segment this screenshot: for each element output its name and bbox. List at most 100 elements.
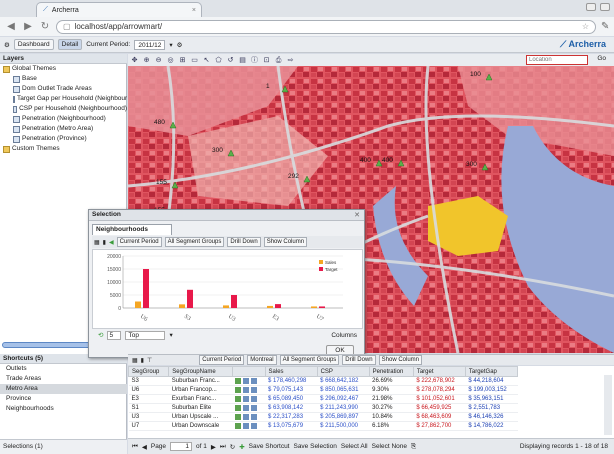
page-number-input[interactable]: 1 [170,442,193,451]
zoom-to-icon[interactable] [251,414,258,420]
chart-icon[interactable] [243,423,250,429]
select-rectangle-icon[interactable]: ▭ [190,56,199,65]
back-arrow-icon[interactable]: ◀ [5,21,17,33]
layer-item[interactable]: Penetration (Province) [0,134,127,144]
column-header[interactable]: CSP [316,366,370,377]
neighbourhoods-tab[interactable]: Neighbourhoods (193)✕ [92,224,172,243]
save-shortcut-button[interactable]: Save Shortcut [249,443,290,450]
select-polygon-icon[interactable]: ⬠ [214,56,223,65]
column-header[interactable]: SegGroup [128,366,170,377]
shortcut-item[interactable]: Outlets [0,364,127,374]
drill-arrow-icon[interactable] [235,423,242,429]
wrench-icon[interactable]: ✎ [601,21,609,32]
zoom-to-icon[interactable] [251,396,258,402]
column-header[interactable] [231,366,266,377]
column-header[interactable]: Sales [264,366,318,377]
zoom-extent-icon[interactable]: ◎ [166,56,175,65]
reload-icon[interactable]: ↻ [39,21,51,33]
forward-arrow-icon[interactable]: ▶ [22,21,34,33]
columns-menu[interactable]: Columns [331,332,357,339]
column-header[interactable]: Penetration [368,366,414,377]
chart-view-icon[interactable]: ▮ [103,239,106,246]
layer-folder[interactable]: Global Themes [0,64,127,74]
select-all-button[interactable]: Select All [341,443,368,450]
measure-icon[interactable]: ⊡ [262,56,271,65]
grid-drill-down-button[interactable]: Drill Down [342,355,376,365]
last-page-icon[interactable]: ⏭ [220,443,226,451]
identify-icon[interactable]: ⓘ [250,56,259,65]
drill-down-button[interactable]: Drill Down [227,237,261,247]
page-size-input[interactable]: 5 [107,330,122,340]
drill-arrow-icon[interactable] [235,414,242,420]
export-icon[interactable]: ⎘ [411,443,416,451]
export-icon[interactable]: ⇨ [286,56,295,65]
filter-icon[interactable]: ⊤ [147,357,152,364]
selections-header[interactable]: Selections (1) [0,439,127,454]
layer-item[interactable]: Penetration (Metro Area) [0,124,127,134]
layer-icon[interactable]: ▤ [238,56,247,65]
print-icon[interactable]: ⎙ [274,56,283,65]
zoom-in-icon[interactable]: ⊕ [142,56,151,65]
url-bar[interactable]: ▢ localhost/app/arrowmart/ ☆ [56,19,596,34]
zoom-to-icon[interactable] [251,405,258,411]
top-mode-dropdown-icon[interactable]: ▾ [169,331,172,339]
period-dropdown-icon[interactable]: ▾ [169,41,172,49]
current-period-dropdown[interactable]: Current Period [116,237,162,247]
table-row[interactable]: U6 Urban Francop... $ 79,075,143 $ 850,065,… [128,385,518,395]
montreal-dropdown[interactable]: Montreal [247,355,277,365]
pan-icon[interactable]: ✥ [130,56,139,65]
clear-selection-icon[interactable]: ↺ [226,56,235,65]
drill-arrow-icon[interactable] [235,405,242,411]
back-green-icon[interactable]: ◀ [109,239,114,246]
grid-current-period-dropdown[interactable]: Current Period [199,355,245,365]
top-mode-select[interactable]: Top [125,330,166,340]
next-page-icon[interactable]: ▶ [211,443,216,451]
segment-groups-dropdown[interactable]: All Segment Groups [164,237,225,247]
maximize-icon[interactable] [600,3,610,11]
grid-view-icon[interactable]: ▦ [94,239,100,246]
layer-item[interactable]: Base [0,74,127,84]
drill-arrow-icon[interactable] [235,378,242,384]
chart-icon[interactable] [243,387,250,393]
chart-icon[interactable] [243,378,250,384]
chart-icon[interactable] [243,414,250,420]
table-row[interactable]: S3 Suburban Franc... $ 178,460,298 $ 668,64… [128,376,518,386]
settings-gear-icon[interactable]: ⚙ [177,41,183,49]
first-page-icon[interactable]: ⏮ [132,443,138,451]
table-row[interactable]: U7 Urban Downscale $ 13,075,679 $ 211,500,0… [128,421,518,431]
grid-vertical-scrollbar[interactable] [604,375,612,435]
shortcut-item[interactable]: Trade Areas [0,374,127,384]
tab-close-icon[interactable]: × [192,7,196,14]
grid-view-icon[interactable]: ▦ [132,357,138,364]
shortcut-item[interactable]: Province [0,394,127,404]
refresh-icon[interactable]: ↻ [230,443,235,451]
zoom-box-icon[interactable]: ⊞ [178,56,187,65]
table-row[interactable]: U3 Urban Upscale ... $ 22,317,283 $ 205,869… [128,412,518,422]
location-input[interactable] [526,55,588,65]
chart-view-icon[interactable]: ▮ [141,357,144,364]
drill-arrow-icon[interactable] [235,396,242,402]
zoom-to-icon[interactable] [251,378,258,384]
table-row[interactable]: S1 Suburban Elite $ 63,908,142 $ 211,243,99… [128,403,518,413]
column-header[interactable]: Target [412,366,466,377]
shortcut-item[interactable]: Metro Area [0,384,127,394]
save-selection-button[interactable]: Save Selection [293,443,336,450]
layer-item[interactable]: CSP per Household (Neighbourhood) [0,104,127,114]
layer-item[interactable]: Penetration (Neighbourhood) [0,114,127,124]
browser-tab[interactable]: ⟋ Archerra × [36,2,202,17]
refresh-icon[interactable]: ⟲ [98,331,103,339]
prev-page-icon[interactable]: ◀ [142,443,147,451]
go-button[interactable]: Go [597,55,606,62]
bookmark-star-icon[interactable]: ☆ [582,22,589,31]
grid-show-column-dropdown[interactable]: Show Column [378,355,422,365]
layer-item[interactable]: Target Gap per Household (Neighbourhood) [0,94,127,104]
dialog-close-icon[interactable]: ✕ [354,211,360,219]
drill-arrow-icon[interactable] [235,387,242,393]
column-header[interactable]: SegGroupName [168,366,233,377]
layer-folder[interactable]: Custom Themes [0,144,127,154]
chart-icon[interactable] [243,396,250,402]
select-pointer-icon[interactable]: ↖ [202,56,211,65]
zoom-to-icon[interactable] [251,387,258,393]
show-column-dropdown[interactable]: Show Column [263,237,308,247]
chart-icon[interactable] [243,405,250,411]
